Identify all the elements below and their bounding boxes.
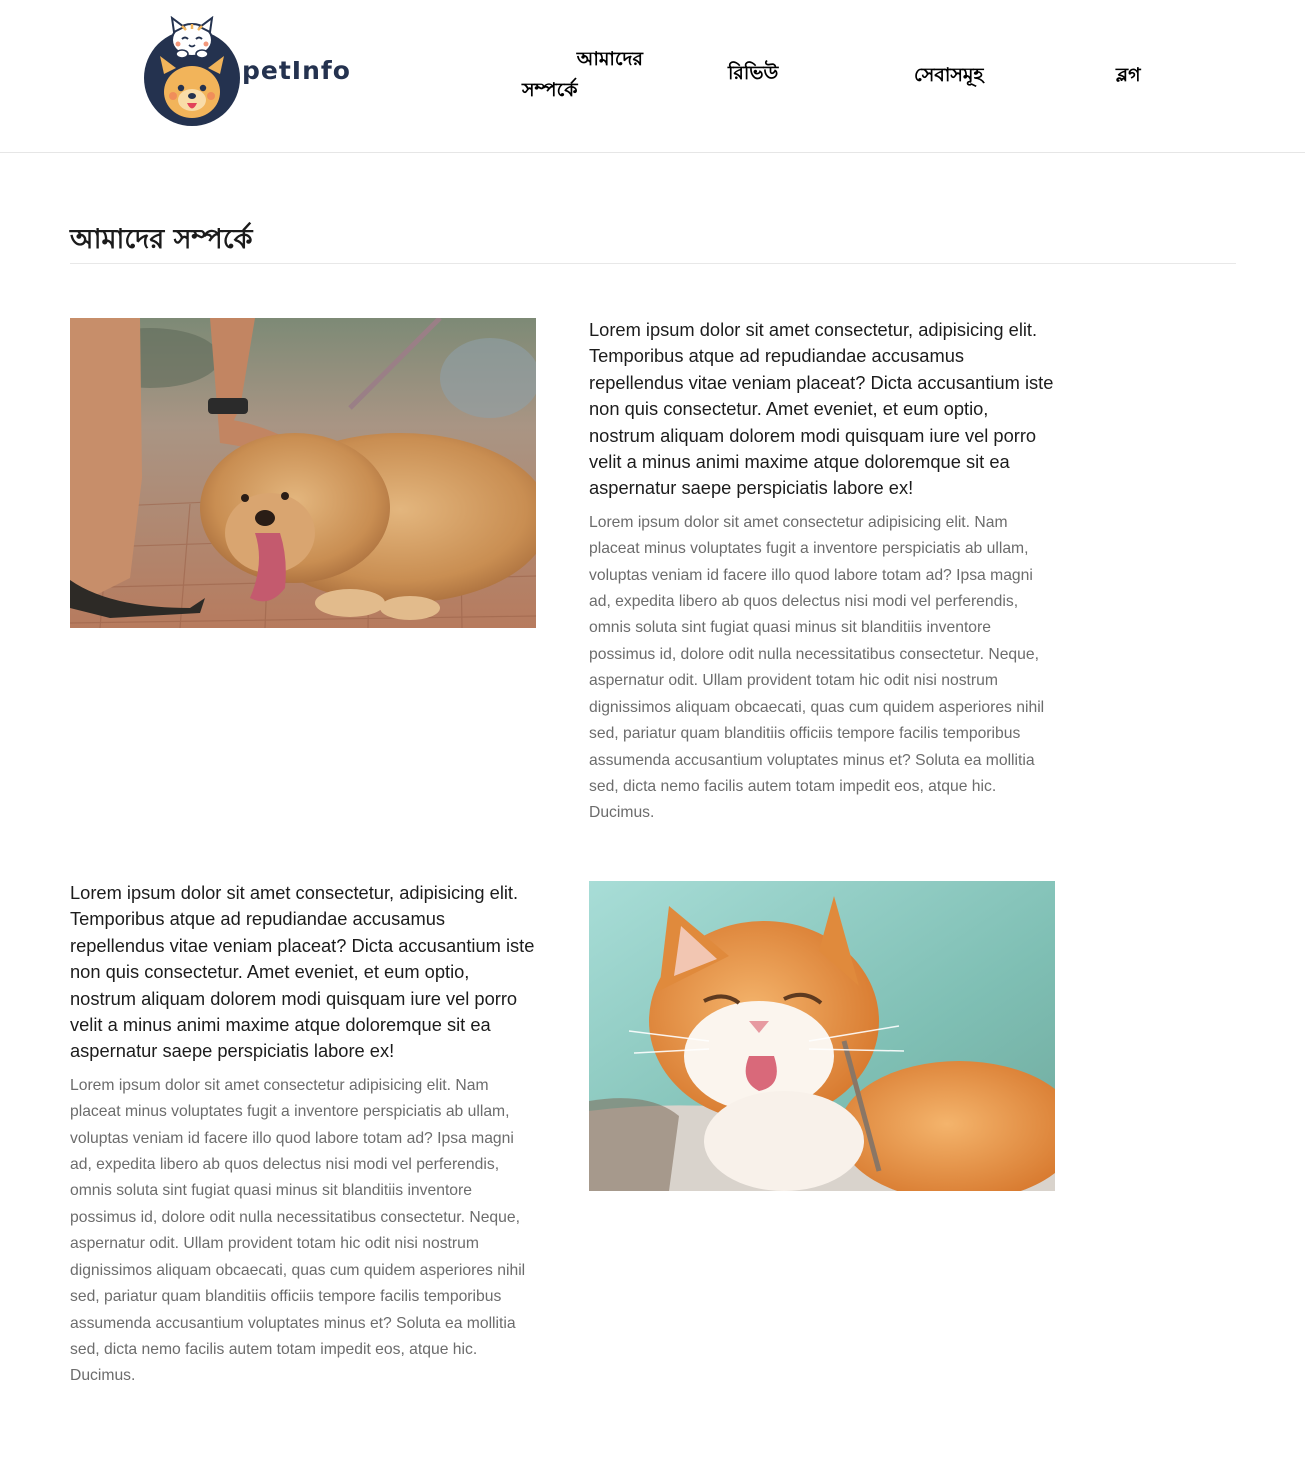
site-header: petInfo আমাদের সম্পর্কে রিভিউ সেবাসমূহ ব… (0, 0, 1305, 153)
nav-link-review[interactable]: রিভিউ (728, 58, 778, 89)
nav-link-about-line2: সম্পর্কে (522, 79, 578, 101)
nav-link-services[interactable]: সেবাসমূহ (914, 60, 983, 91)
title-divider (70, 263, 1236, 264)
body-paragraph: Lorem ipsum dolor sit amet consectetur a… (589, 513, 1045, 822)
cat-photo (589, 881, 1055, 1191)
body-paragraph: Lorem ipsum dolor sit amet consectetur a… (70, 1076, 526, 1385)
nav-link-about-line1: আমাদের (576, 48, 643, 70)
lead-paragraph: Lorem ipsum dolor sit amet consectetur, … (70, 882, 535, 1062)
lead-paragraph: Lorem ipsum dolor sit amet consectetur, … (589, 319, 1054, 499)
page-title: আমাদের সম্পর্কে (70, 224, 253, 255)
about-text-block-1: Lorem ipsum dolor sit amet consectetur, … (589, 317, 1059, 827)
about-text-block-2: Lorem ipsum dolor sit amet consectetur, … (70, 880, 540, 1390)
brand-name: petInfo (242, 56, 351, 85)
nav-link-about[interactable]: আমাদের সম্পর্কে (522, 44, 652, 106)
brand-logo-link[interactable]: petInfo (142, 16, 357, 128)
nav-link-blog[interactable]: ব্লগ (1116, 60, 1141, 91)
dog-photo (70, 318, 536, 628)
pet-logo-icon (144, 16, 240, 126)
